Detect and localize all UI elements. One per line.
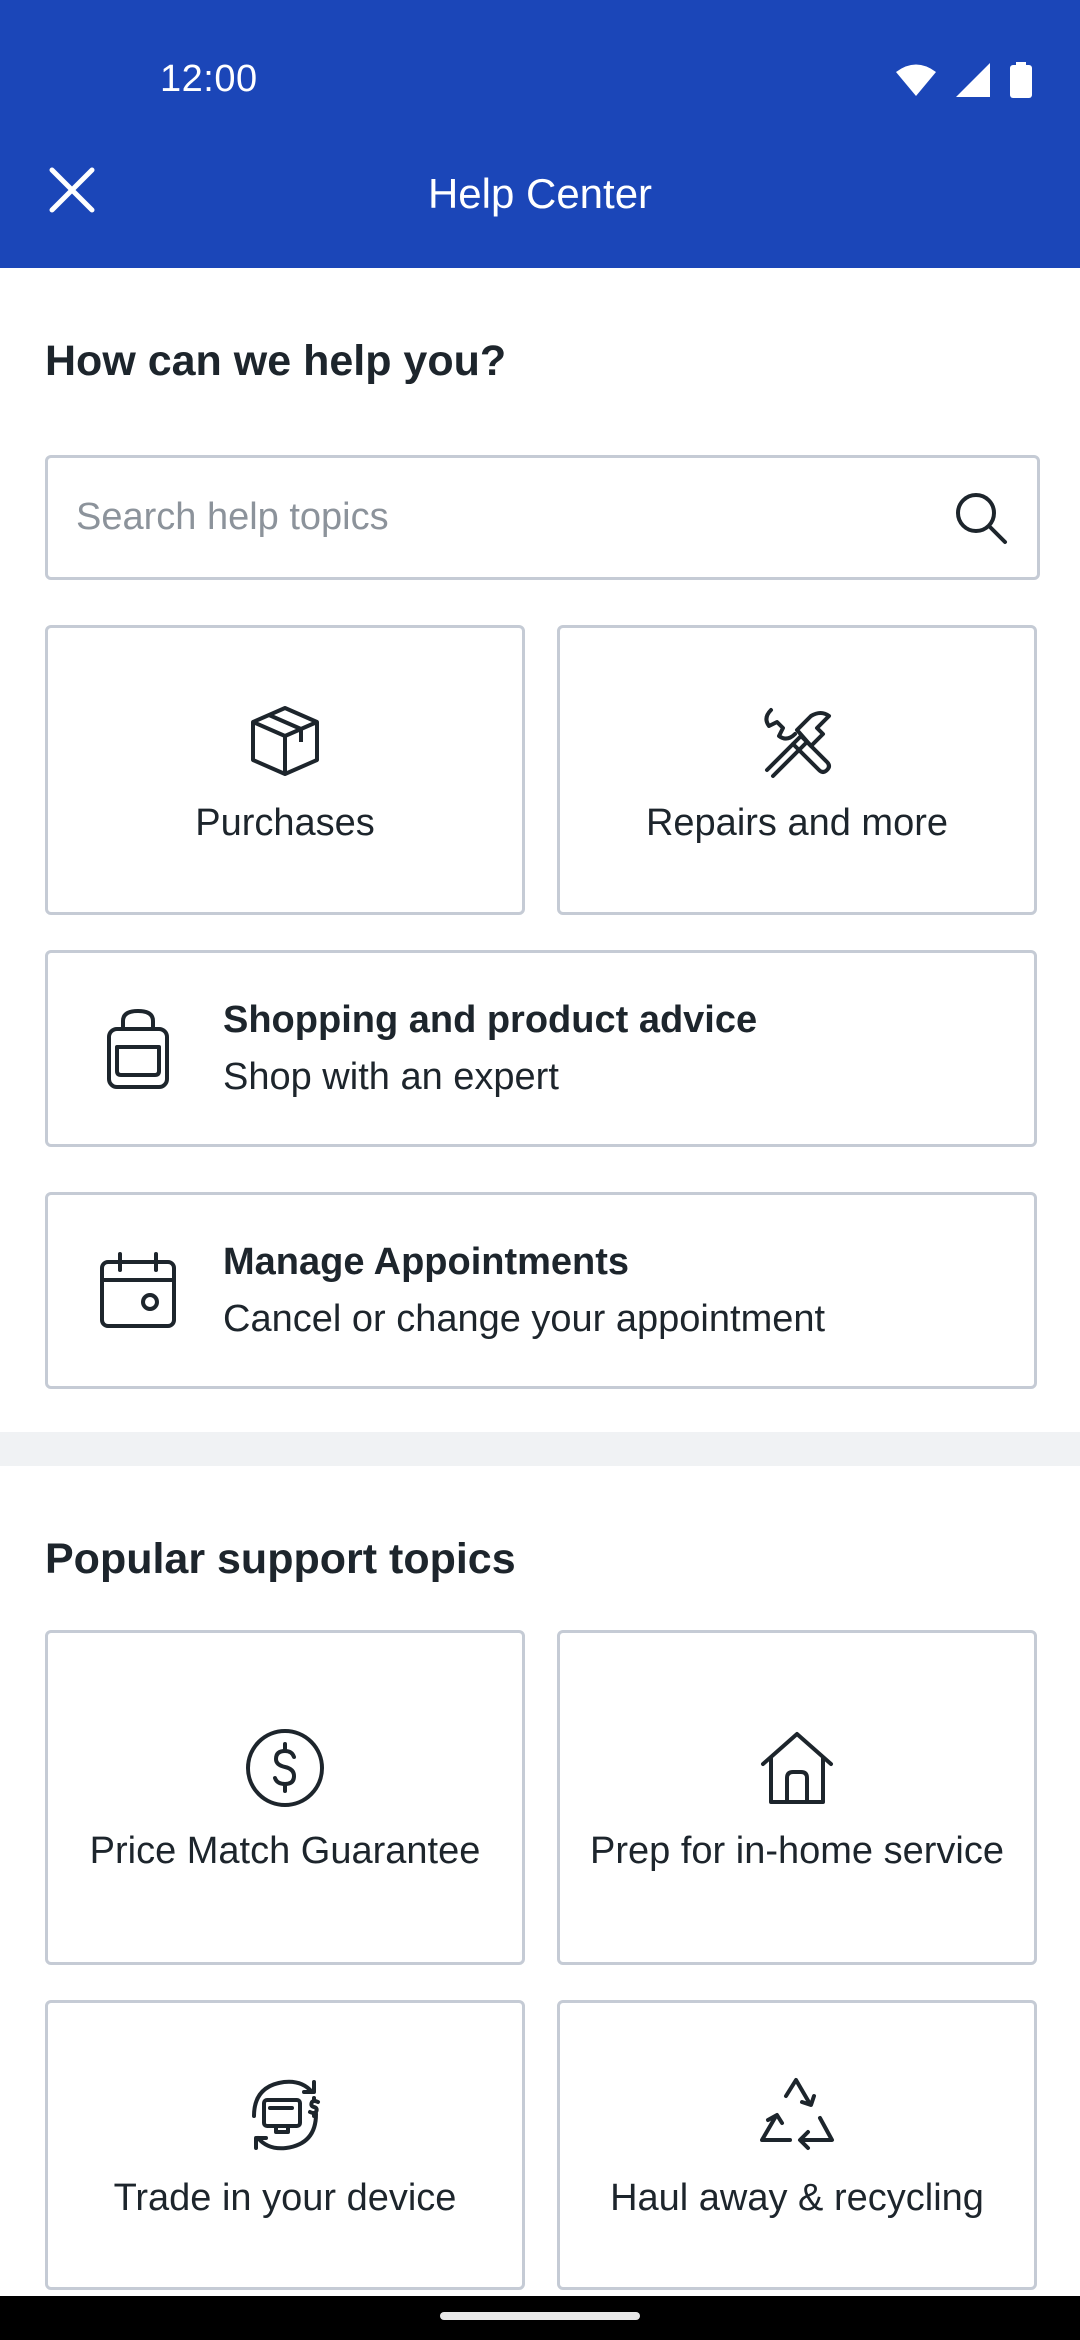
help-heading: How can we help you?: [45, 337, 507, 385]
calendar-icon: [93, 1246, 183, 1336]
tile-label: Trade in your device: [113, 2177, 457, 2219]
section-divider: [0, 1432, 1080, 1466]
battery-icon: [1010, 61, 1032, 103]
search-input[interactable]: [74, 495, 951, 540]
search-box[interactable]: [45, 455, 1040, 580]
app-header: 12:00 Help Center: [0, 0, 1080, 268]
tools-icon: [752, 695, 842, 785]
shopping-bag-icon: [93, 1004, 183, 1094]
tile-trade-in[interactable]: Trade in your device: [45, 2000, 525, 2290]
tile-label: Price Match Guarantee: [89, 1829, 481, 1872]
status-time: 12:00: [160, 58, 258, 100]
trade-in-icon: [240, 2070, 330, 2160]
row-subtitle: Cancel or change your appointment: [223, 1297, 826, 1340]
tile-price-match[interactable]: Price Match Guarantee: [45, 1630, 525, 1965]
box-icon: [240, 695, 330, 785]
tile-repairs[interactable]: Repairs and more: [557, 625, 1037, 915]
tile-prep-in-home[interactable]: Prep for in-home service: [557, 1630, 1037, 1965]
tile-purchases[interactable]: Purchases: [45, 625, 525, 915]
row-manage-appointments[interactable]: Manage Appointments Cancel or change you…: [45, 1192, 1037, 1389]
home-icon: [752, 1723, 842, 1813]
tile-label: Haul away & recycling: [610, 2177, 984, 2219]
tile-label: Repairs and more: [645, 802, 949, 844]
signal-icon: [956, 62, 990, 102]
wifi-icon: [896, 63, 936, 102]
page-title: Help Center: [427, 170, 653, 217]
recycle-icon: [752, 2070, 842, 2160]
row-title: Manage Appointments: [223, 1240, 630, 1283]
system-nav-bar: [0, 2296, 1080, 2340]
tile-label: Prep for in-home service: [590, 1829, 1004, 1872]
row-title: Shopping and product advice: [223, 998, 758, 1041]
status-icons: [896, 61, 1032, 103]
dollar-icon: [240, 1723, 330, 1813]
tile-haul-away[interactable]: Haul away & recycling: [557, 2000, 1037, 2290]
home-gesture-handle[interactable]: [440, 2312, 640, 2320]
row-subtitle: Shop with an expert: [223, 1055, 559, 1098]
popular-heading: Popular support topics: [45, 1535, 516, 1583]
search-icon[interactable]: [951, 488, 1011, 548]
tile-label: Purchases: [195, 802, 375, 844]
row-shopping-advice[interactable]: Shopping and product advice Shop with an…: [45, 950, 1037, 1147]
